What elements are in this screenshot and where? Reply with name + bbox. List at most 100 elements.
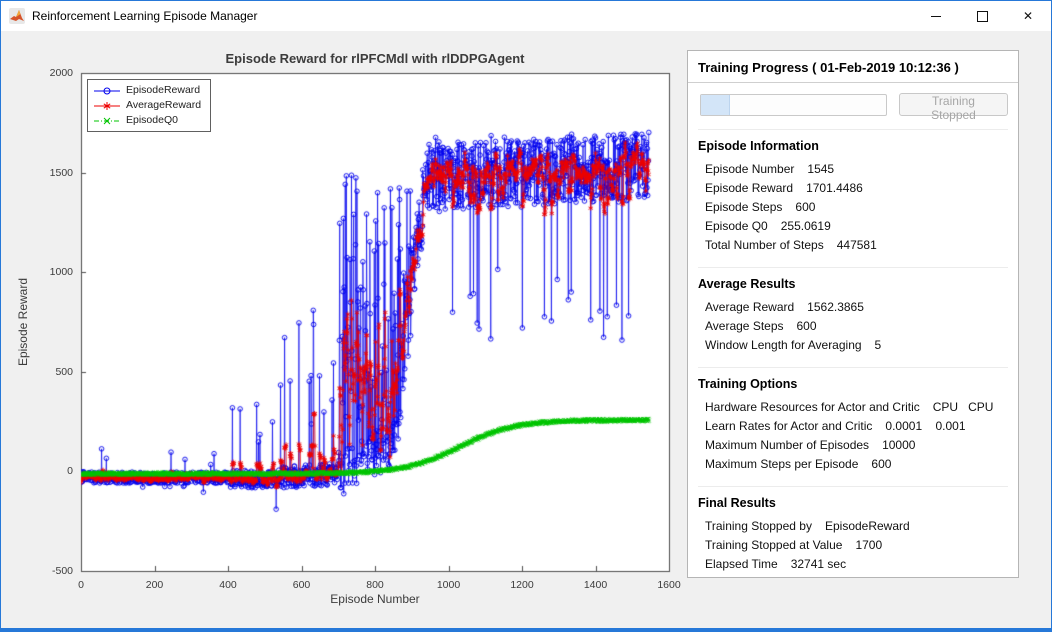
y-axis-label: Episode Reward	[16, 277, 30, 367]
row-value: 255.0619	[780, 218, 831, 233]
row-label: Maximum Steps per Episode	[705, 456, 859, 471]
x-tick-label: 600	[292, 579, 311, 591]
minimize-button[interactable]	[913, 1, 959, 31]
row-label: Elapsed Time	[705, 556, 778, 571]
row-label: Average Steps	[705, 318, 784, 333]
info-row: Average Reward 1562.3865	[698, 297, 1008, 316]
info-row: Window Length for Averaging 5	[698, 335, 1008, 354]
episode-q0-marker-icon	[94, 117, 120, 124]
row-label: Episode Number	[705, 161, 795, 176]
info-row: Episode Reward 1701.4486	[698, 178, 1008, 197]
section-title: Episode Information	[698, 139, 819, 153]
row-value: 5	[874, 337, 882, 352]
minimize-icon	[931, 15, 941, 17]
chart-legend: EpisodeReward AverageReward EpisodeQ0	[87, 79, 212, 132]
row-label: Learn Rates for Actor and Critic	[705, 418, 873, 433]
training-progress-panel: Training Progress ( 01-Feb-2019 10:12:36…	[687, 50, 1019, 578]
row-label: Hardware Resources for Actor and Critic	[705, 399, 920, 414]
row-value: 1562.3865	[807, 299, 864, 314]
info-row: Episode Q0 255.0619	[698, 216, 1008, 235]
client-area: Episode Reward for rlPFCMdl with rlDDPGA…	[1, 31, 1051, 628]
section-average-results: Average Results Average Reward 1562.3865…	[698, 267, 1008, 354]
info-row: Elapsed Time 32741 sec	[698, 554, 1008, 573]
x-tick-label: 400	[219, 579, 237, 591]
row-label: Total Number of Steps	[705, 237, 824, 252]
maximize-icon	[976, 10, 988, 22]
episode-reward-marker-icon	[94, 87, 120, 94]
row-value: 0.0001 0.001	[885, 418, 966, 433]
row-label: Training Stopped by	[705, 518, 812, 533]
x-tick-label: 1400	[583, 579, 608, 591]
section-episode-information: Episode Information Episode Number 1545 …	[698, 129, 1008, 254]
panel-divider	[688, 82, 1018, 83]
titlebar: Reinforcement Learning Episode Manager ✕	[1, 1, 1051, 31]
x-tick-label: 800	[366, 579, 384, 591]
x-tick-label: 0	[78, 579, 84, 591]
info-row: Episode Steps 600	[698, 197, 1008, 216]
legend-item-episode-reward: EpisodeReward	[94, 84, 201, 97]
x-tick-label: 1000	[436, 579, 461, 591]
info-row: Training Stopped by EpisodeReward	[698, 516, 1008, 535]
row-label: Average Reward	[705, 299, 795, 314]
legend-item-episode-q0: EpisodeQ0	[94, 114, 201, 127]
row-value: 1700	[855, 537, 883, 552]
info-row: Episode Number 1545	[698, 159, 1008, 178]
progress-fill	[701, 94, 730, 115]
row-value: EpisodeReward	[824, 518, 910, 533]
training-stopped-button[interactable]: Training Stopped	[899, 93, 1008, 122]
row-label: Episode Reward	[705, 180, 794, 195]
row-value: 600	[796, 318, 817, 333]
y-tick-label: -500	[51, 565, 73, 577]
info-row: Maximum Steps per Episode 600	[698, 454, 1008, 473]
row-label: Episode Steps	[705, 199, 783, 214]
app-window: Reinforcement Learning Episode Manager ✕…	[0, 0, 1052, 632]
x-axis-label: Episode Number	[330, 592, 420, 606]
y-tick-label: 500	[55, 365, 73, 378]
info-row: Total Number of Steps 447581	[698, 235, 1008, 254]
info-row: Average Steps 600	[698, 316, 1008, 335]
section-title: Final Results	[698, 496, 776, 510]
legend-label: AverageReward	[126, 99, 202, 111]
row-value: 1701.4486	[806, 180, 863, 195]
row-value: 10000	[882, 437, 916, 452]
y-tick-label: 1500	[49, 166, 73, 179]
info-row: Learn Rates for Actor and Critic 0.0001 …	[698, 416, 1008, 435]
window-title: Reinforcement Learning Episode Manager	[32, 9, 258, 23]
row-value: CPU CPU	[932, 399, 994, 414]
row-label: Maximum Number of Episodes	[705, 437, 870, 452]
x-tick-label: 200	[145, 579, 164, 591]
progress-row: Training Stopped	[700, 93, 1008, 122]
matlab-app-icon	[9, 8, 25, 24]
y-tick-label: 2000	[49, 67, 73, 79]
window-controls: ✕	[913, 1, 1051, 31]
legend-label: EpisodeReward	[126, 84, 201, 96]
row-value: 447581	[836, 237, 877, 252]
episode-reward-plot: Episode Reward for rlPFCMdl with rlDDPGA…	[9, 39, 681, 619]
y-tick-label: 0	[67, 465, 73, 478]
chart-title: Episode Reward for rlPFCMdl with rlDDPGA…	[225, 51, 525, 66]
row-label: Window Length for Averaging	[705, 337, 862, 352]
info-row: Training Stopped at Value 1700	[698, 535, 1008, 554]
info-row: Maximum Number of Episodes 10000	[698, 435, 1008, 454]
row-value: 32741 sec	[790, 556, 847, 571]
average-reward-marker-icon	[94, 101, 120, 110]
info-row: Hardware Resources for Actor and Critic …	[698, 397, 1008, 416]
y-tick-label: 1000	[49, 266, 73, 279]
legend-label: EpisodeQ0	[126, 114, 178, 126]
row-value: 1545	[807, 161, 835, 176]
close-button[interactable]: ✕	[1005, 1, 1051, 31]
training-progress-bar	[700, 93, 888, 116]
maximize-button[interactable]	[959, 1, 1005, 31]
legend-item-average-reward: AverageReward	[94, 99, 201, 112]
section-title: Average Results	[698, 277, 796, 291]
x-tick-label: 1600	[657, 579, 681, 591]
x-tick-label: 1200	[510, 579, 534, 591]
row-value: 600	[871, 456, 892, 471]
close-icon: ✕	[1022, 9, 1034, 23]
row-label: Training Stopped at Value	[705, 537, 843, 552]
row-label: Episode Q0	[705, 218, 768, 233]
section-title: Training Options	[698, 377, 798, 391]
section-training-options: Training Options Hardware Resources for …	[698, 367, 1008, 473]
section-final-results: Final Results Training Stopped by Episod…	[698, 486, 1008, 573]
panel-title: Training Progress ( 01-Feb-2019 10:12:36…	[698, 60, 959, 75]
